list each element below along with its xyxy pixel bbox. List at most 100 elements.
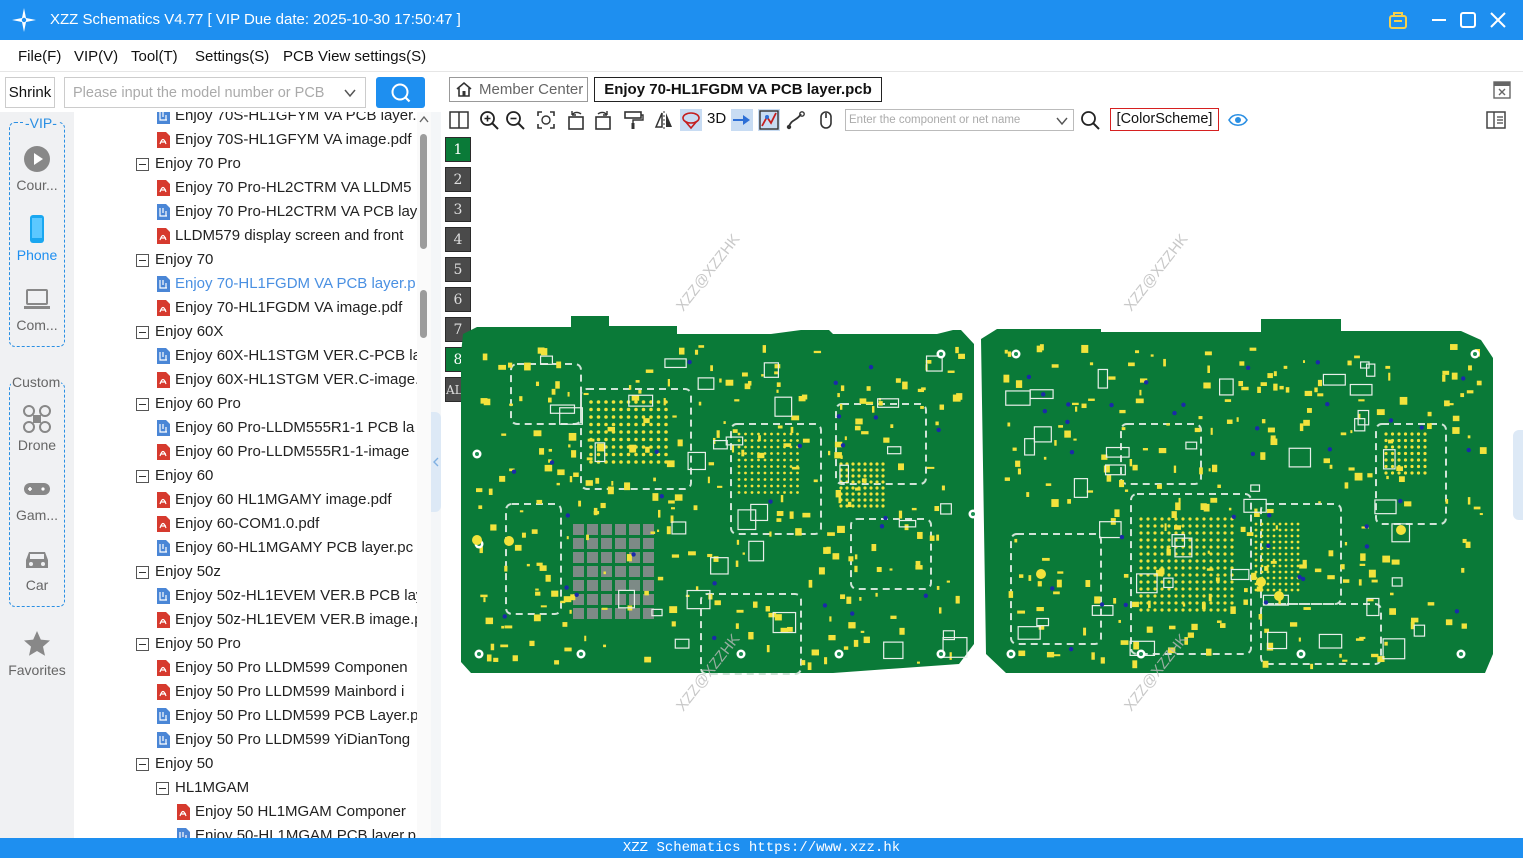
collapse-toggle-icon[interactable]	[136, 254, 149, 267]
close-all-tabs-icon[interactable]	[1493, 81, 1511, 99]
tree-node-label: Enjoy 50 Pro	[155, 635, 241, 652]
pcb-file-icon	[156, 420, 171, 436]
model-search-box	[64, 77, 366, 108]
fit-screen-icon[interactable]	[535, 109, 557, 131]
collapse-toggle-icon[interactable]	[136, 326, 149, 339]
rotate-left-icon[interactable]	[565, 109, 587, 131]
collapse-toggle-icon[interactable]	[136, 638, 149, 651]
category-gaming[interactable]: Gam...	[0, 474, 74, 523]
tree-node-label: Enjoy 60X-HL1STGM VER.C-PCB lay	[175, 347, 429, 364]
menu-file[interactable]: File(F)	[18, 48, 61, 65]
search-icon	[391, 83, 411, 103]
pdf-file-icon	[156, 228, 171, 244]
tree-node-label: Enjoy 70 Pro-HL2CTRM VA PCB lay	[175, 203, 418, 220]
zoom-in-icon[interactable]	[478, 109, 500, 131]
tree-node-label: Enjoy 70	[155, 251, 214, 268]
category-drone[interactable]: Drone	[0, 404, 74, 453]
pcb-file-icon	[156, 348, 171, 364]
menu-vip[interactable]: VIP(V)	[74, 48, 118, 65]
play-icon	[24, 146, 50, 172]
collapse-toggle-icon[interactable]	[136, 470, 149, 483]
split-view-icon[interactable]	[448, 109, 470, 131]
vip-crown-icon[interactable]	[1386, 8, 1410, 32]
tab-member-center[interactable]: Member Center	[449, 77, 588, 102]
right-collapse-handle[interactable]	[1513, 430, 1523, 520]
pdf-file-icon	[156, 444, 171, 460]
category-computer[interactable]: Com...	[0, 284, 74, 333]
scrollbar-thumb[interactable]	[420, 134, 427, 249]
paint-brush-icon[interactable]	[622, 109, 644, 131]
pcb-file-icon	[176, 828, 191, 838]
close-icon[interactable]	[1486, 8, 1510, 32]
tree-scrollbar[interactable]	[417, 112, 431, 838]
file-tree: Enjoy 70S-HL1GFYM VA PCB layer.p Enjoy 70…	[74, 112, 431, 838]
layer-select-icon[interactable]	[680, 109, 702, 131]
category-phone[interactable]: Phone	[0, 214, 74, 263]
zoom-out-icon[interactable]	[504, 109, 526, 131]
net-highlight-icon[interactable]	[758, 109, 780, 131]
chevron-down-icon[interactable]	[343, 86, 357, 100]
collapse-toggle-icon[interactable]	[136, 758, 149, 771]
model-search-input[interactable]	[65, 78, 335, 107]
collapse-toggle-icon[interactable]	[136, 398, 149, 411]
tree-node-label: Enjoy 60 Pro-LLDM555R1-1-image	[175, 443, 410, 460]
collapse-toggle-icon[interactable]	[136, 158, 149, 171]
pcb-file-icon	[156, 204, 171, 220]
tree-node-label: LLDM579 display screen and front	[175, 227, 404, 244]
chevron-down-icon[interactable]	[1055, 114, 1069, 128]
vip-group-label: -VIP-	[24, 115, 58, 131]
category-label: Car	[25, 577, 49, 593]
panel-splitter[interactable]	[431, 112, 441, 838]
pcb-file-icon	[156, 540, 171, 556]
tree-node-label: Enjoy 70 Pro-HL2CTRM VA LLDM5	[175, 179, 412, 196]
eye-icon[interactable]	[1227, 109, 1249, 131]
drone-icon	[23, 405, 51, 433]
tree-node-label: Enjoy 60 Pro-LLDM555R1-1 PCB la	[175, 419, 415, 436]
pdf-file-icon	[156, 300, 171, 316]
pcb-file-icon	[156, 708, 171, 724]
category-car[interactable]: Car	[0, 544, 74, 593]
component-search-input[interactable]	[846, 110, 1051, 130]
pdf-file-icon	[156, 684, 171, 700]
mouse-mode-icon[interactable]	[815, 109, 837, 131]
menu-pcb-view-settings[interactable]: PCB View settings(S)	[283, 48, 426, 65]
category-courses[interactable]: Cour...	[0, 144, 74, 193]
pcb-board-view[interactable]	[441, 134, 1523, 838]
scrollbar-thumb-secondary[interactable]	[420, 290, 427, 338]
minimize-icon[interactable]	[1427, 8, 1451, 32]
tab-pcb-file[interactable]: Enjoy 70-HL1FGDM VA PCB layer.pcb	[594, 77, 882, 102]
side-panel-icon[interactable]	[1485, 109, 1507, 131]
color-scheme-button[interactable]: [ColorScheme]	[1110, 108, 1219, 131]
favorites-button[interactable]: Favorites	[0, 629, 74, 678]
tab-bar: Member Center Enjoy 70-HL1FGDM VA PCB la…	[441, 72, 1523, 104]
search-button[interactable]	[376, 77, 425, 108]
menu-settings[interactable]: Settings(S)	[195, 48, 269, 65]
maximize-icon[interactable]	[1456, 8, 1480, 32]
pcb-file-icon	[156, 112, 171, 124]
shrink-button[interactable]: Shrink	[5, 77, 55, 108]
tree-node-label: Enjoy 50 Pro LLDM599 Componen	[175, 659, 408, 676]
view-3d-button[interactable]: 3D	[707, 110, 726, 127]
tab-label: Member Center	[479, 81, 584, 98]
favorites-label: Favorites	[8, 662, 66, 678]
menu-tool[interactable]: Tool(T)	[131, 48, 178, 65]
component-search-box	[845, 109, 1074, 131]
tree-node-label: Enjoy 50-HL1MGAM PCB layer.p	[195, 827, 416, 838]
search-icon[interactable]	[1079, 109, 1101, 131]
tree-node-label: Enjoy 60-HL1MGAMY PCB layer.pc	[175, 539, 414, 556]
status-bar: XZZ Schematics https://www.xzz.hk	[0, 838, 1523, 858]
collapse-handle[interactable]	[431, 412, 441, 512]
scroll-up-icon[interactable]	[417, 113, 431, 125]
rotate-right-icon[interactable]	[592, 109, 614, 131]
window-title: XZZ Schematics V4.77 [ VIP Due date: 202…	[50, 11, 461, 28]
title-bar: XZZ Schematics V4.77 [ VIP Due date: 202…	[0, 0, 1523, 40]
trace-route-icon[interactable]	[785, 109, 807, 131]
laptop-icon	[24, 289, 50, 309]
pin-arrow-icon[interactable]	[731, 109, 753, 131]
mirror-flip-icon[interactable]	[653, 109, 675, 131]
collapse-toggle-icon[interactable]	[156, 782, 169, 795]
tree-node-label: Enjoy 50 Pro LLDM599 YiDianTong	[175, 731, 411, 748]
pcb-canvas[interactable]: 1 2 3 4 5 6 7 8 ALL XZZ@XZZHK XZZ@XZZHK XZZ@XZZHK X…	[441, 134, 1523, 838]
collapse-toggle-icon[interactable]	[136, 566, 149, 579]
pdf-file-icon	[156, 612, 171, 628]
